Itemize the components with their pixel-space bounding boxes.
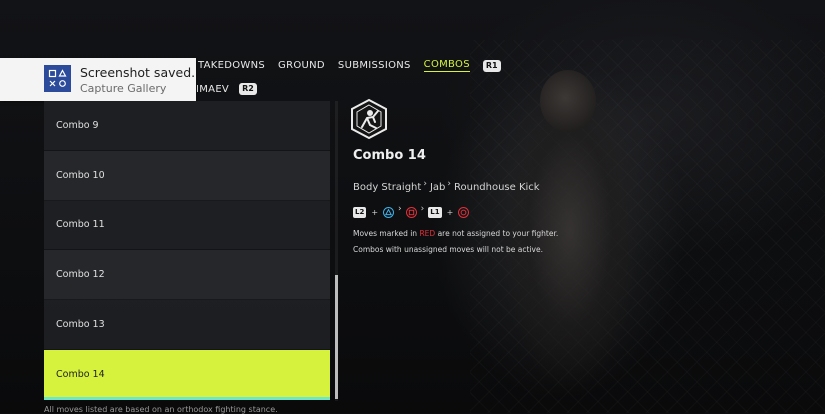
circle-button-icon (458, 206, 470, 218)
combo-moves: Body Straight › Jab › Roundhouse Kick (353, 179, 540, 195)
combo-list: Combo 9 Combo 10 Combo 11 Combo 12 Combo… (44, 101, 330, 401)
notification-title: Screenshot saved. (80, 65, 196, 80)
combo-title: Combo 14 (353, 148, 426, 163)
list-item[interactable]: Combo 9 (44, 101, 330, 151)
fighter-head (540, 70, 596, 132)
tab-submissions[interactable]: SUBMISSIONS (338, 60, 411, 72)
chevron-right-icon: › (420, 204, 425, 214)
note-suffix: are not assigned to your fighter. (435, 229, 559, 238)
combo-badge-icon (348, 98, 390, 140)
triangle-button-icon (383, 206, 395, 218)
combo-inputs: L2 + › › L1 + (353, 204, 470, 220)
tab-combos[interactable]: COMBOS (423, 59, 470, 72)
list-item-label: Combo 11 (56, 219, 105, 231)
note-prefix: Moves marked in (353, 229, 420, 238)
list-item[interactable]: Combo 10 (44, 150, 330, 201)
move-name: Jab (429, 181, 446, 193)
screenshot-notification: Screenshot saved. Capture Gallery (0, 58, 196, 101)
chevron-right-icon: › (447, 179, 451, 189)
square-button-icon (405, 206, 417, 218)
list-item-label: Combo 12 (56, 269, 105, 281)
chevron-right-icon: › (398, 204, 402, 214)
unassigned-moves-note: Moves marked in RED are not assigned to … (353, 229, 558, 238)
fighter-selector-row: IMAEV R2 (196, 83, 257, 95)
list-item-selected[interactable]: Combo 14 (44, 349, 330, 400)
move-name: Roundhouse Kick (453, 181, 540, 193)
ps-logo-icon (44, 65, 71, 92)
list-item[interactable]: Combo 12 (44, 250, 330, 301)
scrollbar-thumb[interactable] (335, 275, 338, 399)
r2-button-hint[interactable]: R2 (239, 83, 257, 95)
fighter-name: IMAEV (196, 83, 230, 95)
chevron-right-icon: › (423, 179, 427, 189)
note-red-word: RED (419, 229, 436, 238)
plus-icon: + (446, 207, 454, 217)
list-item-label: Combo 14 (56, 368, 105, 380)
move-name: Body Straight (353, 181, 422, 193)
list-item-label: Combo 9 (56, 119, 99, 131)
tab-ground[interactable]: GROUND (278, 60, 325, 72)
list-item[interactable]: Combo 11 (44, 200, 330, 251)
r1-button-hint[interactable]: R1 (482, 59, 501, 72)
category-tabs: TAKEDOWNS GROUND SUBMISSIONS COMBOS R1 (198, 59, 501, 72)
list-bottom-accent (44, 397, 330, 400)
list-item-label: Combo 10 (56, 169, 105, 181)
plus-icon: + (371, 207, 379, 217)
list-item[interactable]: Combo 13 (44, 300, 330, 350)
l1-button-icon: L1 (428, 206, 442, 218)
tab-takedowns[interactable]: TAKEDOWNS (198, 60, 265, 72)
l2-button-icon: L2 (353, 206, 367, 218)
inactive-combos-note: Combos with unassigned moves will not be… (353, 245, 543, 254)
notification-subtitle: Capture Gallery (80, 82, 167, 95)
list-item-label: Combo 13 (56, 319, 105, 331)
